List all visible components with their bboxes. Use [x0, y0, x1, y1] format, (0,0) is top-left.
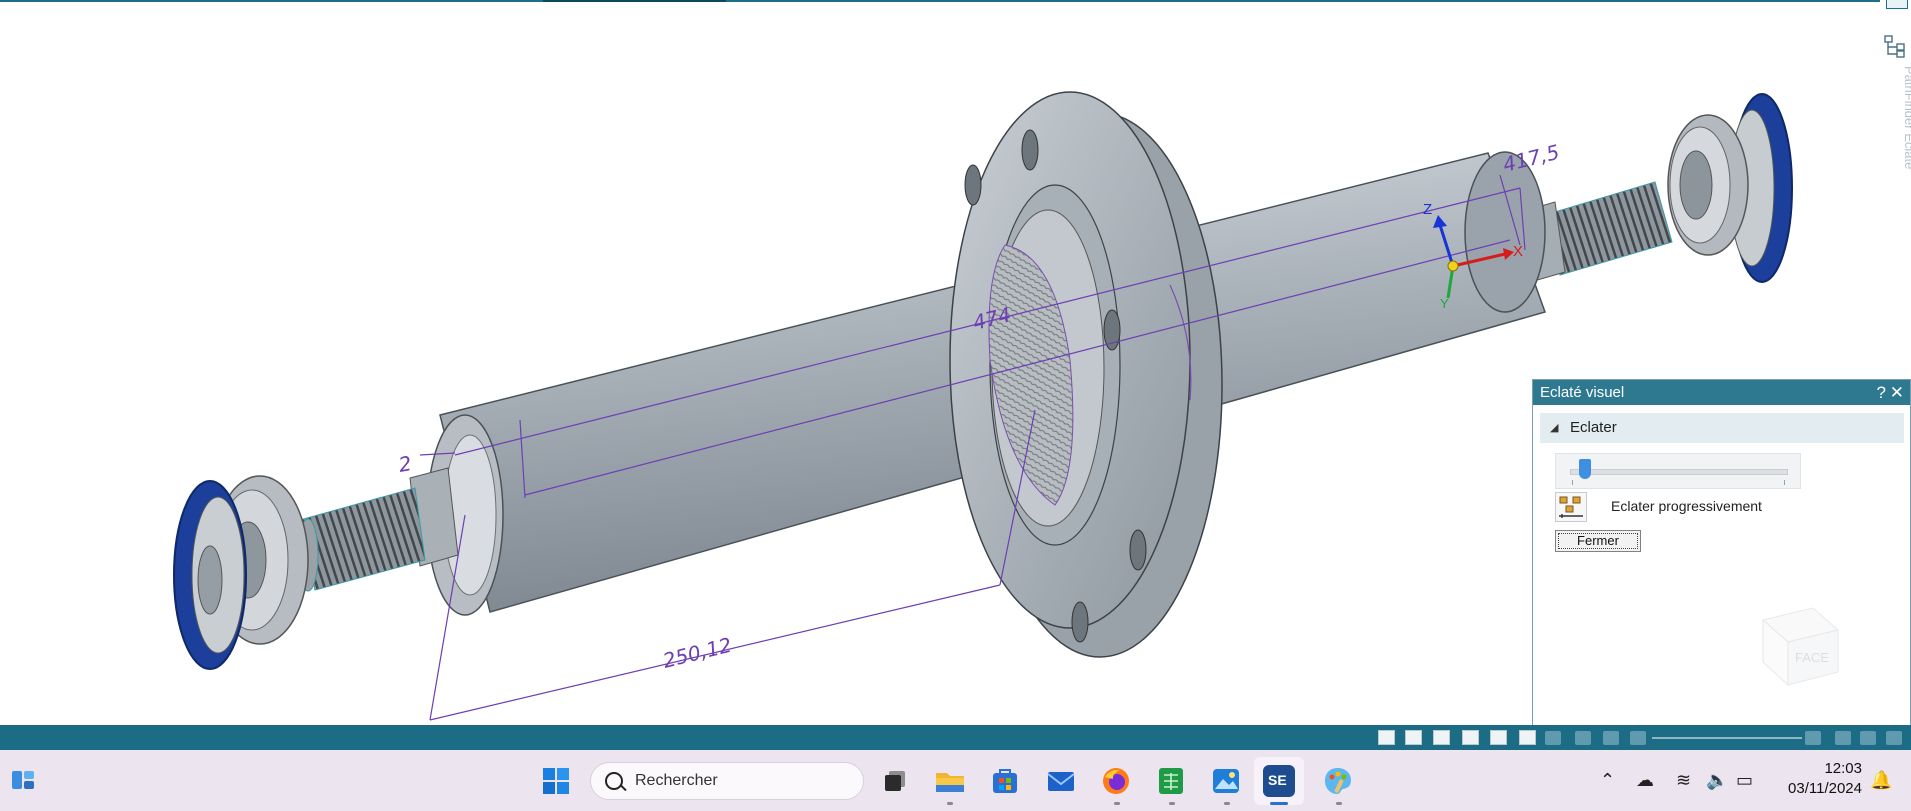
onedrive-offline-icon[interactable]: ☁ — [1636, 770, 1654, 791]
volume-icon[interactable]: 🔈 — [1706, 770, 1728, 791]
spreadsheet-icon[interactable] — [1155, 765, 1187, 797]
mail-icon[interactable] — [1045, 765, 1077, 797]
explode-slider[interactable] — [1555, 453, 1801, 489]
pathfinder-label: PathFinder Eclaté — [1902, 66, 1911, 170]
running-indicator — [947, 802, 953, 805]
panel-title: Eclaté visuel — [1540, 384, 1625, 401]
playback-icon[interactable] — [1630, 731, 1646, 745]
solid-edge-label: SE — [1268, 772, 1287, 788]
taskbar: Rechercher SE ⌃ ☁ ≋ 🔈 ▭ 12:03 03/11/2024… — [0, 750, 1911, 811]
close-icon[interactable]: ✕ — [1890, 380, 1904, 405]
pathfinder-tab[interactable]: PathFinder Eclaté — [1878, 30, 1911, 190]
playback-icon[interactable] — [1603, 731, 1619, 745]
search-icon — [605, 772, 623, 790]
solid-edge-icon[interactable]: SE — [1263, 765, 1295, 797]
photos-icon[interactable] — [1210, 765, 1242, 797]
running-indicator — [1169, 802, 1175, 805]
view-orient-icon[interactable] — [1519, 730, 1536, 745]
zoom-icon[interactable] — [1405, 730, 1422, 745]
taskbar-clock[interactable]: 12:03 03/11/2024 — [1772, 759, 1862, 799]
running-indicator — [1114, 802, 1120, 805]
playback-icon[interactable] — [1835, 731, 1851, 745]
widgets-icon[interactable] — [10, 768, 36, 794]
explode-section-header[interactable]: ◢ Eclater — [1540, 413, 1904, 443]
search-placeholder: Rechercher — [635, 772, 718, 789]
running-indicator — [1224, 802, 1230, 805]
slider-tick — [1572, 480, 1573, 485]
visual-explode-panel: Eclaté visuel ? ✕ ◢ Eclater Eclater prog… — [1532, 379, 1911, 750]
clock-date: 03/11/2024 — [1788, 780, 1862, 797]
status-bar — [0, 725, 1911, 750]
export-icon[interactable] — [1886, 731, 1902, 745]
dimension-label-2: 2 — [397, 451, 414, 477]
dimension-label-250-12: 250,12 — [660, 633, 734, 673]
axis-y-label: Y — [1440, 296, 1449, 311]
rotate-icon[interactable] — [1490, 730, 1507, 745]
playback-icon[interactable] — [1805, 731, 1821, 745]
playback-slider[interactable] — [1652, 737, 1802, 739]
help-icon[interactable]: ? — [1877, 380, 1886, 405]
left-bearing-assembly[interactable] — [173, 475, 309, 670]
explode-section-label: Eclater — [1570, 419, 1617, 436]
stop-icon[interactable] — [1860, 731, 1876, 745]
start-icon[interactable] — [540, 765, 572, 797]
close-button[interactable]: Fermer — [1555, 530, 1641, 552]
progressive-explode-label: Eclater progressivement — [1611, 498, 1762, 514]
clock-time: 12:03 — [1824, 760, 1862, 777]
playback-icon[interactable] — [1575, 731, 1591, 745]
task-view-icon[interactable] — [880, 765, 912, 797]
pan-icon[interactable] — [1462, 730, 1479, 745]
paint-icon[interactable] — [1322, 765, 1354, 797]
file-explorer-icon[interactable] — [934, 765, 966, 797]
show-hidden-icons-icon[interactable]: ⌃ — [1600, 770, 1615, 791]
view-cube-label: FACE — [1795, 650, 1829, 665]
playback-icon[interactable] — [1545, 731, 1561, 745]
running-indicator — [1336, 802, 1342, 805]
progressive-explode-icon[interactable] — [1555, 492, 1587, 522]
collapse-triangle-icon[interactable]: ◢ — [1550, 413, 1558, 443]
view-cube-watermark: FACE — [1761, 607, 1840, 687]
zoom-area-icon[interactable] — [1433, 730, 1450, 745]
taskbar-search[interactable]: Rechercher — [590, 762, 864, 800]
active-app-indicator — [1270, 802, 1288, 805]
microsoft-store-icon[interactable] — [989, 765, 1021, 797]
slider-tick — [1784, 480, 1785, 485]
notifications-bell-icon[interactable]: 🔔 — [1870, 770, 1892, 791]
panel-header: Eclaté visuel ? ✕ — [1533, 380, 1910, 405]
axis-x-label: X — [1513, 243, 1523, 260]
axis-z-label: Z — [1423, 201, 1432, 218]
right-bearing-assembly[interactable] — [1667, 93, 1793, 283]
wifi-icon[interactable]: ≋ — [1676, 770, 1691, 791]
view-fit-icon[interactable] — [1378, 730, 1395, 745]
firefox-icon[interactable] — [1100, 765, 1132, 797]
battery-icon[interactable]: ▭ — [1736, 770, 1753, 791]
slider-thumb[interactable] — [1578, 459, 1591, 479]
slider-track[interactable] — [1570, 469, 1788, 475]
pathfinder-icon — [1884, 35, 1905, 58]
